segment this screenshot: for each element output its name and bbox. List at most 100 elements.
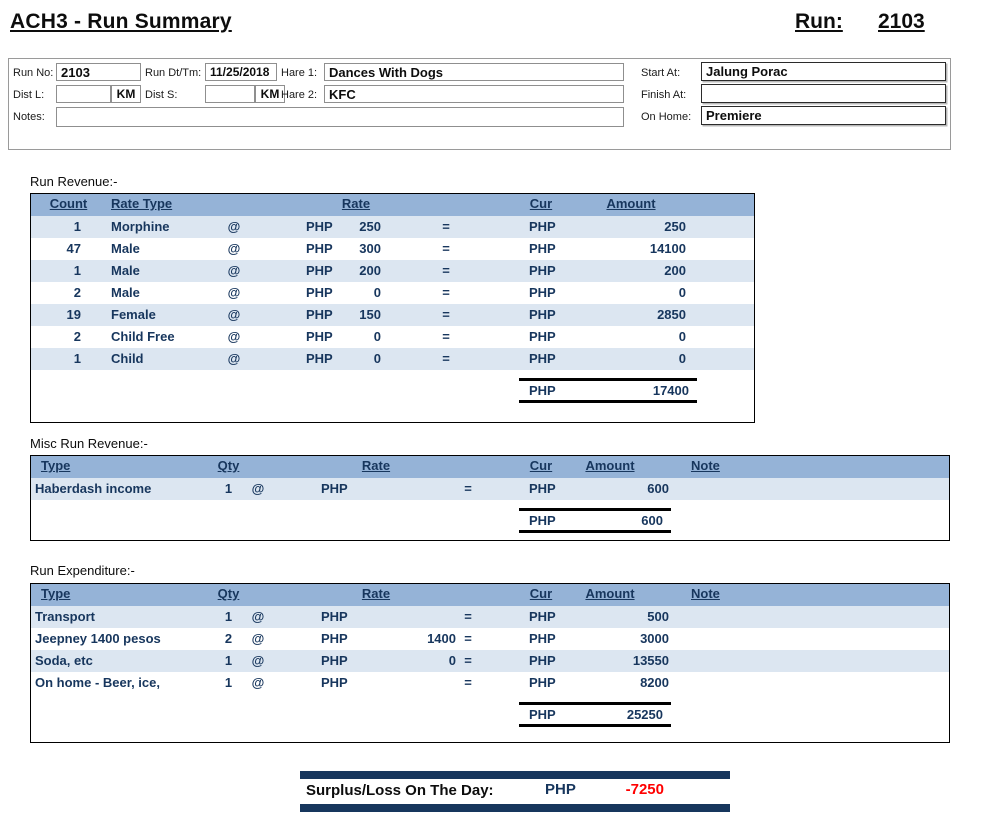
rate-type-cell: Female: [111, 307, 156, 322]
run-no-field[interactable]: 2103: [56, 63, 141, 81]
run-header-form: Run No: 2103 Run Dt/Tm: 11/25/2018 Hare …: [8, 58, 951, 150]
page-title: ACH3 - Run Summary: [10, 10, 232, 34]
table-row: 1 Morphine @ PHP 250 = PHP 250: [31, 216, 754, 238]
at-symbol: @: [219, 285, 249, 300]
start-at-field[interactable]: Jalung Porac: [701, 62, 946, 81]
finish-at-field[interactable]: [701, 84, 946, 103]
equals-symbol: =: [458, 609, 478, 624]
rate-type-cell: Male: [111, 263, 140, 278]
rate-cell: 300: [341, 241, 381, 256]
on-home-field[interactable]: Premiere: [701, 106, 946, 125]
equals-symbol: =: [436, 263, 456, 278]
amount-cell: 2850: [571, 307, 686, 322]
cur-header: Cur: [516, 196, 566, 211]
count-cell: 1: [31, 351, 81, 366]
amount-cell: 0: [571, 285, 686, 300]
rate-currency-cell: PHP: [321, 631, 348, 646]
equals-symbol: =: [436, 285, 456, 300]
rate-currency-cell: PHP: [306, 219, 333, 234]
rate-currency-cell: PHP: [306, 241, 333, 256]
rate-header: Rate: [321, 196, 391, 211]
qty-header: Qty: [211, 586, 246, 601]
total-currency: PHP: [529, 513, 556, 528]
rate-cell: 0: [381, 653, 456, 668]
run-revenue-total: PHP 17400: [519, 378, 697, 403]
expenditure-table: Type Qty Rate Cur Amount Note Transport …: [30, 583, 950, 743]
at-symbol: @: [219, 241, 249, 256]
currency-cell: PHP: [529, 351, 556, 366]
qty-cell: 1: [211, 609, 246, 624]
rate-type-cell: Male: [111, 285, 140, 300]
currency-cell: PHP: [529, 285, 556, 300]
equals-symbol: =: [436, 219, 456, 234]
at-symbol: @: [219, 307, 249, 322]
count-cell: 2: [31, 329, 81, 344]
equals-symbol: =: [436, 307, 456, 322]
rate-currency-cell: PHP: [321, 675, 348, 690]
qty-cell: 1: [211, 481, 246, 496]
rate-currency-cell: PHP: [306, 263, 333, 278]
at-symbol: @: [219, 219, 249, 234]
total-currency: PHP: [529, 383, 556, 398]
on-home-label: On Home:: [641, 111, 691, 123]
currency-cell: PHP: [529, 263, 556, 278]
hare1-field[interactable]: Dances With Dogs: [324, 63, 624, 81]
run-number: 2103: [878, 10, 925, 34]
misc-revenue-rows: Haberdash income 1 @ PHP = PHP 600: [31, 478, 949, 500]
hare2-label: Hare 2:: [281, 89, 317, 101]
table-row: Transport 1 @ PHP = PHP 500: [31, 606, 949, 628]
at-symbol: @: [243, 609, 273, 624]
run-revenue-header-row: Count Rate Type Rate Cur Amount: [31, 194, 754, 216]
rate-type-cell: Child: [111, 351, 144, 366]
expenditure-section-title: Run Expenditure:-: [30, 563, 135, 578]
at-symbol: @: [243, 653, 273, 668]
type-cell: Transport: [35, 609, 95, 624]
rate-cell: 0: [341, 351, 381, 366]
misc-revenue-total: PHP 600: [519, 508, 671, 533]
type-cell: Soda, etc: [35, 653, 93, 668]
amount-cell: 500: [551, 609, 669, 624]
equals-symbol: =: [458, 631, 478, 646]
at-symbol: @: [219, 351, 249, 366]
rate-currency-cell: PHP: [321, 653, 348, 668]
amount-cell: 14100: [571, 241, 686, 256]
dist-s-field[interactable]: [205, 85, 255, 103]
amount-cell: 0: [571, 329, 686, 344]
hare2-field[interactable]: KFC: [324, 85, 624, 103]
notes-label: Notes:: [13, 111, 45, 123]
count-cell: 19: [31, 307, 81, 322]
amount-header: Amount: [576, 196, 686, 211]
total-amount: 25250: [627, 707, 663, 722]
equals-symbol: =: [458, 653, 478, 668]
amount-header: Amount: [551, 458, 669, 473]
table-row: Haberdash income 1 @ PHP = PHP 600: [31, 478, 949, 500]
qty-cell: 1: [211, 653, 246, 668]
misc-revenue-header-row: Type Qty Rate Cur Amount Note: [31, 456, 949, 478]
at-symbol: @: [219, 329, 249, 344]
currency-cell: PHP: [529, 219, 556, 234]
note-header: Note: [691, 458, 720, 473]
at-symbol: @: [219, 263, 249, 278]
run-dttm-field[interactable]: 11/25/2018: [205, 63, 277, 81]
dist-l-field[interactable]: [56, 85, 111, 103]
surplus-amount: -7250: [580, 781, 664, 798]
expenditure-header-row: Type Qty Rate Cur Amount Note: [31, 584, 949, 606]
amount-cell: 13550: [551, 653, 669, 668]
amount-cell: 200: [571, 263, 686, 278]
run-revenue-table: Count Rate Type Rate Cur Amount 1 Morphi…: [30, 193, 755, 423]
dist-l-label: Dist L:: [13, 89, 44, 101]
type-cell: On home - Beer, ice,: [35, 675, 160, 690]
table-row: 1 Male @ PHP 200 = PHP 200: [31, 260, 754, 282]
hare1-label: Hare 1:: [281, 67, 317, 79]
at-symbol: @: [243, 631, 273, 646]
rate-header: Rate: [341, 458, 411, 473]
amount-cell: 3000: [551, 631, 669, 646]
total-amount: 17400: [653, 383, 689, 398]
amount-cell: 0: [571, 351, 686, 366]
table-row: On home - Beer, ice, 1 @ PHP = PHP 8200: [31, 672, 949, 694]
qty-cell: 1: [211, 675, 246, 690]
equals-symbol: =: [436, 329, 456, 344]
currency-cell: PHP: [529, 329, 556, 344]
notes-field[interactable]: [56, 107, 624, 127]
rate-type-cell: Child Free: [111, 329, 175, 344]
